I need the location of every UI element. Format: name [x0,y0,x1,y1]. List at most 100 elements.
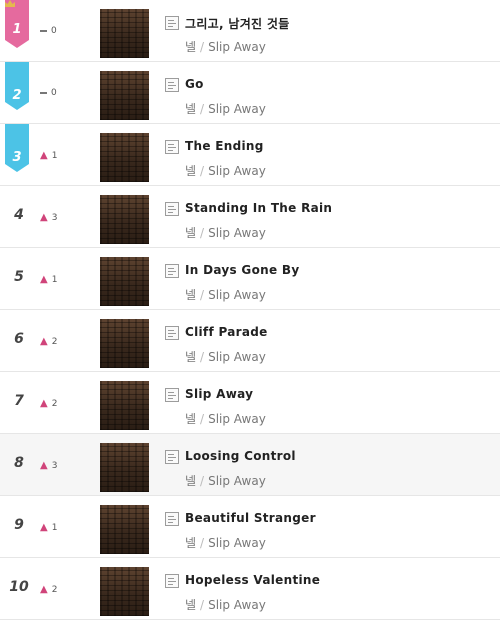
rank-badge: 1 [5,0,29,48]
album-cover[interactable] [100,381,149,430]
album-link[interactable]: Slip Away [208,474,266,488]
album-cover[interactable] [100,443,149,492]
lyrics-icon[interactable] [165,78,179,92]
artist-link[interactable]: 넬 [185,288,196,302]
rank-up-icon: ▲ [40,460,48,471]
no-change-icon [40,29,47,32]
song-chart-list: 1 0 그리고, 남겨진 것들 넬 / Slip Away 2 0 Go 넬 / Sli… [0,0,500,624]
song-title[interactable]: Cliff Parade [185,325,268,339]
rank-change: ▲ 2 [40,336,58,347]
chart-row: 8 ▲ 3 Loosing Control 넬 / Slip Away [0,434,500,496]
artist-album: 넬 / Slip Away [185,102,266,116]
rank-up-icon: ▲ [40,584,48,595]
no-change-icon [40,91,47,94]
lyrics-icon[interactable] [165,512,179,526]
album-cover[interactable] [100,133,149,182]
rank-change: ▲ 2 [40,584,58,595]
artist-link[interactable]: 넬 [185,536,196,550]
chart-row: 9 ▲ 1 Beautiful Stranger 넬 / Slip Away [0,496,500,558]
album-link[interactable]: Slip Away [208,288,266,302]
album-cover[interactable] [100,257,149,306]
rank-number: 3 [12,150,22,165]
artist-album: 넬 / Slip Away [185,350,266,364]
rank-up-icon: ▲ [40,398,48,409]
rank-number: 4 [14,207,24,223]
rank-number: 6 [14,331,24,347]
song-title[interactable]: The Ending [185,139,264,153]
album-link[interactable]: Slip Away [208,598,266,612]
rank-change: ▲ 1 [40,150,58,161]
lyrics-icon[interactable] [165,140,179,154]
rank-number: 5 [14,269,24,285]
song-title[interactable]: 그리고, 남겨진 것들 [185,15,290,32]
artist-album: 넬 / Slip Away [185,226,266,240]
lyrics-icon[interactable] [165,388,179,402]
artist-link[interactable]: 넬 [185,226,196,240]
artist-link[interactable]: 넬 [185,40,196,54]
rank-badge: 3 [5,124,29,172]
rank-change: ▲ 3 [40,460,58,471]
lyrics-icon[interactable] [165,450,179,464]
rank-change: 0 [40,88,57,98]
rank-number: 8 [14,455,24,471]
album-link[interactable]: Slip Away [208,226,266,240]
rank-up-icon: ▲ [40,522,48,533]
song-title[interactable]: Slip Away [185,387,253,401]
artist-album: 넬 / Slip Away [185,40,266,54]
rank-number: 7 [14,393,24,409]
song-title[interactable]: In Days Gone By [185,263,299,277]
artist-album: 넬 / Slip Away [185,412,266,426]
lyrics-icon[interactable] [165,264,179,278]
artist-link[interactable]: 넬 [185,412,196,426]
artist-album: 넬 / Slip Away [185,536,266,550]
rank-up-icon: ▲ [40,212,48,223]
rank-number: 2 [12,88,22,103]
rank-change: ▲ 1 [40,274,58,285]
album-cover[interactable] [100,71,149,120]
album-cover[interactable] [100,505,149,554]
album-link[interactable]: Slip Away [208,40,266,54]
lyrics-icon[interactable] [165,574,179,588]
album-link[interactable]: Slip Away [208,536,266,550]
rank-badge: 2 [5,62,29,110]
song-title[interactable]: Loosing Control [185,449,296,463]
lyrics-icon[interactable] [165,326,179,340]
album-cover[interactable] [100,319,149,368]
chart-row: 7 ▲ 2 Slip Away 넬 / Slip Away [0,372,500,434]
song-title[interactable]: Beautiful Stranger [185,511,316,525]
album-cover[interactable] [100,195,149,244]
rank-number: 10 [9,579,29,595]
chart-row: 2 0 Go 넬 / Slip Away [0,62,500,124]
album-link[interactable]: Slip Away [208,102,266,116]
album-cover[interactable] [100,567,149,616]
chart-row: 1 0 그리고, 남겨진 것들 넬 / Slip Away [0,0,500,62]
rank-number: 9 [14,517,24,533]
rank-change: ▲ 1 [40,522,58,533]
album-link[interactable]: Slip Away [208,412,266,426]
rank-change: ▲ 2 [40,398,58,409]
rank-change: 0 [40,26,57,36]
chart-row: 6 ▲ 2 Cliff Parade 넬 / Slip Away [0,310,500,372]
song-title[interactable]: Standing In The Rain [185,201,332,215]
album-cover[interactable] [100,9,149,58]
lyrics-icon[interactable] [165,16,179,30]
song-title[interactable]: Hopeless Valentine [185,573,320,587]
album-link[interactable]: Slip Away [208,350,266,364]
artist-link[interactable]: 넬 [185,598,196,612]
rank-up-icon: ▲ [40,274,48,285]
rank-up-icon: ▲ [40,336,48,347]
artist-album: 넬 / Slip Away [185,598,266,612]
artist-album: 넬 / Slip Away [185,474,266,488]
artist-album: 넬 / Slip Away [185,164,266,178]
crown-icon [5,0,15,7]
lyrics-icon[interactable] [165,202,179,216]
artist-link[interactable]: 넬 [185,474,196,488]
artist-link[interactable]: 넬 [185,102,196,116]
chart-row: 3 ▲ 1 The Ending 넬 / Slip Away [0,124,500,186]
artist-link[interactable]: 넬 [185,164,196,178]
song-title[interactable]: Go [185,77,204,91]
rank-up-icon: ▲ [40,150,48,161]
artist-album: 넬 / Slip Away [185,288,266,302]
artist-link[interactable]: 넬 [185,350,196,364]
album-link[interactable]: Slip Away [208,164,266,178]
